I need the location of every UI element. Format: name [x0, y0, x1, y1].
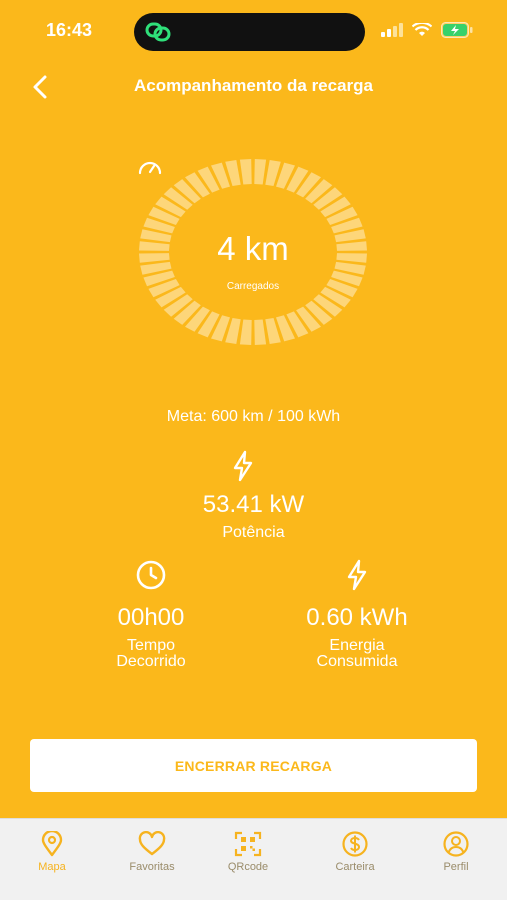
tab-label-carteira: Carteira — [335, 861, 375, 873]
elapsed-time-stat: 00h00 Tempo Decorrido — [61, 558, 241, 670]
power-value: 53.41 kW — [202, 491, 305, 518]
dynamic-island — [134, 13, 365, 51]
goal-text: Meta: 600 km / 100 kWh — [166, 408, 341, 425]
gauge-caption: Carregados — [226, 281, 280, 292]
tab-label-perfil: Perfil — [443, 861, 469, 873]
energy-consumed-label-line2: Consumida — [316, 653, 398, 670]
map-pin-icon — [41, 831, 63, 857]
header: Acompanhamento da recarga — [0, 64, 507, 110]
qrcode-icon — [234, 831, 262, 857]
tab-bar: Mapa Favoritas QRcode Carteira Perfil — [0, 818, 507, 900]
dollar-icon — [342, 831, 368, 857]
tab-label-qrcode: QRcode — [227, 861, 269, 873]
elapsed-time-value: 00h00 — [117, 604, 185, 631]
gauge-segment — [239, 319, 252, 345]
gauge-segment — [254, 159, 267, 185]
tab-favoritas[interactable]: Favoritas — [107, 831, 197, 873]
gauge-segment — [239, 159, 252, 185]
status-bar: 16:43 — [0, 0, 507, 62]
energy-consumed-label-line1: Energia — [329, 637, 385, 654]
heart-icon — [138, 831, 166, 856]
energy-consumed-label: Energia Consumida — [267, 638, 447, 670]
tab-label-mapa: Mapa — [38, 861, 66, 873]
gauge-value: 4 km — [217, 230, 289, 267]
energy-consumed-value: 0.60 kWh — [306, 604, 408, 631]
elapsed-time-label-line2: Decorrido — [116, 653, 186, 670]
page-title: Acompanhamento da recarga — [133, 76, 373, 95]
power-label: Potência — [222, 524, 285, 541]
status-time: 16:43 — [46, 20, 93, 40]
energy-consumed-stat: 0.60 kWh Energia Consumida — [267, 558, 447, 670]
signal-icon — [381, 23, 403, 37]
tab-carteira[interactable]: Carteira — [310, 831, 400, 873]
elapsed-time-label: Tempo Decorrido — [61, 638, 241, 670]
charge-gauge: 4 km Carregados — [137, 157, 369, 347]
tab-mapa[interactable]: Mapa — [7, 831, 97, 873]
lightning-icon — [347, 559, 367, 591]
speedometer-icon — [138, 161, 162, 175]
status-icons — [381, 22, 473, 38]
wifi-icon — [412, 23, 432, 36]
tab-label-favoritas: Favoritas — [129, 861, 175, 873]
user-icon — [443, 831, 469, 857]
clock-icon — [136, 560, 166, 590]
tab-perfil[interactable]: Perfil — [411, 831, 501, 873]
lightning-icon — [233, 450, 253, 482]
tab-qrcode[interactable]: QRcode — [203, 831, 293, 873]
battery-icon — [441, 22, 473, 38]
link-icon — [145, 22, 171, 42]
end-charging-button[interactable]: ENCERRAR RECARGA — [30, 739, 477, 792]
elapsed-time-label-line1: Tempo — [126, 637, 176, 654]
gauge-segment — [254, 319, 267, 345]
